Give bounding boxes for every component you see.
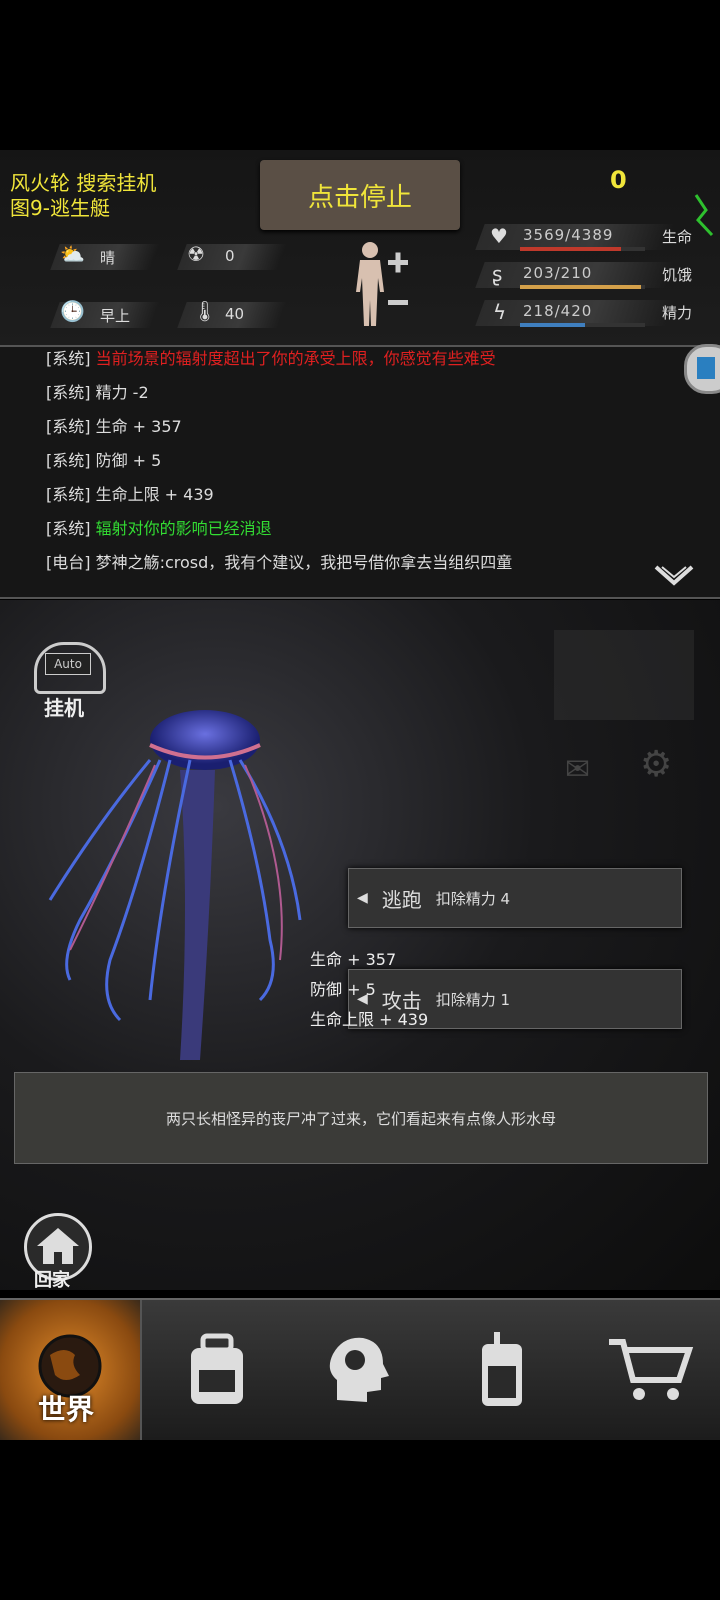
thermometer-icon: 🌡: [192, 299, 218, 323]
log-line: [系统] 当前场景的辐射度超出了你的承受上限，你感觉有些难受: [46, 349, 496, 368]
bottom-nav: 世界: [0, 1298, 720, 1440]
log-line: [系统] 生命 + 357: [46, 417, 182, 436]
mail-icon: ✉: [565, 752, 591, 787]
auto-idle-button[interactable]: Auto: [34, 642, 106, 694]
brain-icon: [329, 1337, 389, 1402]
time-text: 早上: [100, 307, 131, 325]
log-line: [系统] 精力 -2: [46, 383, 149, 402]
attack-cost: 扣除精力 1: [435, 990, 511, 1009]
health-bar: [520, 247, 645, 251]
bg-panel: [554, 630, 694, 720]
message-log[interactable]: [系统] 当前场景的辐射度超出了你的承受上限，你感觉有些难受 [系统] 精力 -…: [0, 347, 720, 599]
energy-value: 218/420: [523, 302, 593, 320]
hunger-value: 203/210: [523, 264, 593, 282]
radio-icon: [482, 1332, 522, 1406]
float-stat: 防御 + 5: [310, 980, 376, 999]
nav-inventory[interactable]: [147, 1300, 287, 1440]
clock-icon: 🕒: [60, 299, 85, 323]
lightning-icon: ϟ: [493, 300, 507, 324]
cart-icon: [609, 1339, 694, 1400]
stomach-icon: ʂ: [492, 262, 503, 286]
mode-label: 风火轮 搜索挂机: [10, 171, 157, 195]
gear-icon: ⚙: [640, 744, 673, 785]
hunger-label: 饥饿: [662, 266, 693, 284]
world-label: 世界: [38, 1393, 95, 1426]
jellyfish-zombie-image: [48, 710, 302, 1060]
energy-bar: [520, 323, 645, 327]
auto-icon: Auto: [45, 653, 91, 675]
temperature-text: 40: [225, 305, 245, 323]
health-label: 生命: [662, 228, 693, 246]
chevron-down-icon[interactable]: [652, 563, 696, 589]
flee-label: 逃跑: [381, 887, 422, 912]
backpack-icon: [191, 1333, 243, 1404]
float-stat: 生命上限 + 439: [310, 1010, 429, 1029]
float-stat: 生命 + 357: [310, 950, 397, 969]
flee-button[interactable]: ◀ 逃跑 扣除精力 4: [348, 868, 682, 928]
body-status-icon[interactable]: [348, 240, 418, 330]
flee-cost: 扣除精力 4: [435, 889, 511, 908]
signal-icon: [694, 194, 714, 237]
hunger-bar: [520, 285, 645, 289]
floating-menu-button[interactable]: [684, 344, 720, 394]
caret-left-icon: ◀: [357, 890, 368, 906]
map-label: 图9-逃生艇: [10, 196, 110, 220]
nav-shop[interactable]: [580, 1300, 720, 1440]
log-line: [电台] 梦神之觞:crosd，我有个建议，我把号借你拿去当组织四童: [46, 553, 513, 572]
weather-text: 晴: [100, 249, 116, 267]
cloud-sun-icon: ⛅: [60, 242, 85, 266]
nav-radio[interactable]: [430, 1300, 570, 1440]
health-value: 3569/4389: [523, 226, 614, 244]
energy-label: 精力: [662, 304, 693, 322]
stop-button[interactable]: 点击停止: [260, 160, 460, 230]
radiation-icon: ☢: [187, 242, 205, 266]
nav-world[interactable]: 世界: [0, 1300, 142, 1440]
radiation-text: 0: [225, 247, 235, 265]
cube-icon: [697, 357, 715, 379]
go-home-label: 回家: [34, 1270, 70, 1291]
nav-skills[interactable]: [287, 1300, 427, 1440]
log-line: [系统] 防御 + 5: [46, 451, 162, 470]
heart-icon: ♥: [490, 224, 508, 248]
encounter-caption: 两只长相怪异的丧尸冲了过来，它们看起来有点像人形水母: [14, 1072, 708, 1164]
counter: 0: [610, 166, 627, 194]
log-line: [系统] 生命上限 + 439: [46, 485, 214, 504]
log-line: [系统] 辐射对你的影响已经消退: [46, 519, 272, 538]
